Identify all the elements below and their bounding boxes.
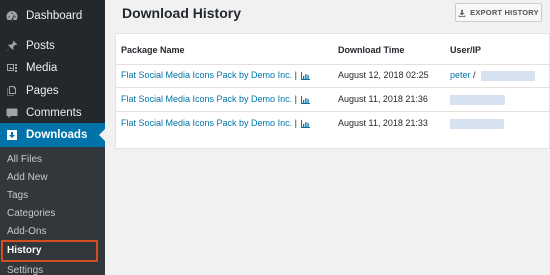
- submenu-item-settings[interactable]: Settings: [7, 263, 43, 275]
- submenu-item-add-new[interactable]: Add New: [7, 170, 48, 185]
- cell-separator: |: [294, 94, 297, 104]
- sidebar-item-label: Pages: [26, 85, 59, 97]
- stats-icon[interactable]: [301, 95, 311, 104]
- sidebar-item-label: Comments: [26, 107, 82, 119]
- redacted-ip: [450, 119, 504, 129]
- user-link[interactable]: peter: [450, 70, 471, 80]
- cell-separator: |: [294, 118, 297, 128]
- download-time: August 11, 2018 21:36: [338, 94, 428, 104]
- active-menu-arrow: [99, 129, 105, 141]
- redacted-ip: [481, 71, 535, 81]
- table-row-package-cell: Flat Social Media Icons Pack by Demo Inc…: [121, 94, 311, 104]
- comments-icon: [6, 107, 18, 119]
- sidebar-item-pages[interactable]: Pages: [0, 79, 105, 103]
- history-highlight-box: [1, 240, 98, 262]
- user-ip-cell: peter /: [450, 70, 476, 80]
- submenu-item-add-ons[interactable]: Add-Ons: [7, 224, 46, 239]
- user-ip-separator: /: [473, 70, 476, 80]
- sidebar-item-label: Posts: [26, 40, 55, 52]
- row-divider: [116, 111, 550, 112]
- export-icon: [458, 9, 466, 17]
- column-header-package[interactable]: Package Name: [121, 45, 185, 55]
- download-time: August 11, 2018 21:33: [338, 118, 428, 128]
- page-title: Download History: [122, 5, 242, 21]
- submenu-item-all-files[interactable]: All Files: [7, 152, 42, 167]
- pages-icon: [6, 85, 18, 97]
- table-row-package-cell: Flat Social Media Icons Pack by Demo Inc…: [121, 118, 311, 128]
- download-icon: [6, 129, 18, 141]
- sidebar-item-posts[interactable]: Posts: [0, 34, 105, 58]
- submenu-item-tags[interactable]: Tags: [7, 188, 28, 203]
- cell-separator: |: [294, 70, 297, 80]
- sidebar-item-label: Media: [26, 62, 58, 74]
- export-history-label: EXPORT HISTORY: [470, 8, 539, 17]
- package-link[interactable]: Flat Social Media Icons Pack by Demo Inc…: [121, 70, 292, 80]
- stats-icon[interactable]: [301, 119, 311, 128]
- download-history-table: Package Name Download Time User/IP Flat …: [115, 33, 550, 149]
- admin-sidebar: Dashboard Posts Media Pages Comments Dow…: [0, 0, 105, 275]
- media-icon: [6, 62, 18, 74]
- sidebar-item-downloads[interactable]: Downloads: [0, 123, 105, 147]
- stats-icon[interactable]: [301, 71, 311, 80]
- package-link[interactable]: Flat Social Media Icons Pack by Demo Inc…: [121, 94, 292, 104]
- sidebar-item-dashboard[interactable]: Dashboard: [0, 4, 105, 28]
- sidebar-item-label: Dashboard: [26, 10, 83, 22]
- table-row-package-cell: Flat Social Media Icons Pack by Demo Inc…: [121, 70, 311, 80]
- header-divider: [116, 64, 550, 65]
- sidebar-item-label: Downloads: [26, 129, 88, 141]
- export-history-button[interactable]: EXPORT HISTORY: [455, 3, 542, 22]
- package-link[interactable]: Flat Social Media Icons Pack by Demo Inc…: [121, 118, 292, 128]
- sidebar-item-media[interactable]: Media: [0, 56, 105, 80]
- download-time: August 12, 2018 02:25: [338, 70, 429, 80]
- sidebar-item-comments[interactable]: Comments: [0, 101, 105, 125]
- pin-icon: [6, 40, 18, 52]
- dashboard-icon: [6, 10, 18, 22]
- redacted-ip: [450, 95, 505, 105]
- column-header-user[interactable]: User/IP: [450, 45, 481, 55]
- submenu-item-categories[interactable]: Categories: [7, 206, 55, 221]
- row-divider: [116, 87, 550, 88]
- column-header-time[interactable]: Download Time: [338, 45, 404, 55]
